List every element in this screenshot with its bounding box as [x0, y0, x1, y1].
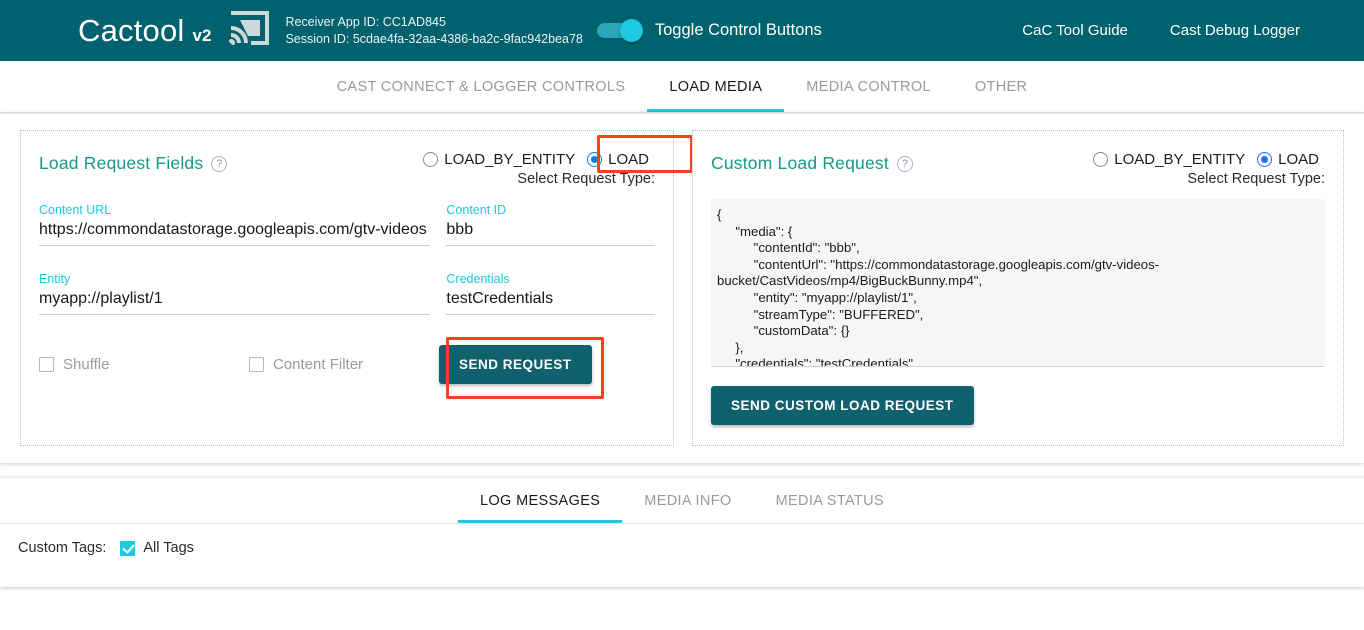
- radio-label-custom-load-by-entity: LOAD_BY_ENTITY: [1114, 151, 1245, 168]
- all-tags-label: All Tags: [143, 540, 194, 556]
- toggle-control-buttons[interactable]: Toggle Control Buttons: [597, 21, 822, 40]
- content-id-label: Content ID: [446, 203, 655, 217]
- entity-label: Entity: [39, 272, 430, 286]
- custom-tags-caption: Custom Tags:: [18, 540, 106, 556]
- radio-load[interactable]: LOAD: [581, 149, 655, 170]
- receiver-app-id: Receiver App ID: CC1AD845: [285, 14, 582, 31]
- credentials-label: Credentials: [446, 272, 655, 286]
- load-request-fields-panel: Load Request Fields ? LOAD_BY_ENTITY LOA…: [20, 130, 674, 446]
- brand-name: Cactool: [78, 15, 185, 46]
- custom-panel-header: Custom Load Request ?: [711, 143, 913, 174]
- load-fields: Content URL Entity Content ID: [39, 203, 655, 341]
- help-icon-custom[interactable]: ?: [897, 156, 913, 172]
- cast-icon: [229, 11, 269, 50]
- entity-field: Entity: [39, 272, 430, 315]
- load-request-type-group: LOAD_BY_ENTITY LOAD Select Request Type:: [417, 143, 655, 187]
- radio-label-load: LOAD: [608, 151, 649, 168]
- entity-input[interactable]: [39, 290, 430, 315]
- custom-load-request-textarea[interactable]: { "media": { "contentId": "bbb", "conten…: [711, 199, 1325, 367]
- send-request-button[interactable]: SEND REQUEST: [439, 345, 592, 384]
- load-request-type-radios: LOAD_BY_ENTITY LOAD: [417, 149, 655, 170]
- custom-tags-row: Custom Tags: All Tags: [0, 524, 1364, 556]
- load-media-card: Load Request Fields ? LOAD_BY_ENTITY LOA…: [0, 113, 1364, 463]
- tab-media-status[interactable]: MEDIA STATUS: [754, 478, 906, 523]
- content-filter-checkbox[interactable]: [249, 357, 264, 372]
- radio-circle-load[interactable]: [587, 152, 602, 167]
- custom-panel-title: Custom Load Request: [711, 153, 889, 174]
- credentials-input[interactable]: [446, 290, 655, 315]
- tab-load-media[interactable]: LOAD MEDIA: [647, 61, 784, 112]
- custom-send-row: SEND CUSTOM LOAD REQUEST: [711, 386, 1325, 425]
- radio-custom-load-by-entity[interactable]: LOAD_BY_ENTITY: [1087, 149, 1251, 170]
- toggle-switch[interactable]: [597, 23, 641, 38]
- custom-load-request-panel: Custom Load Request ? LOAD_BY_ENTITY LOA…: [692, 130, 1344, 446]
- load-fields-left-column: Content URL Entity: [39, 203, 430, 341]
- link-cast-debug-logger[interactable]: Cast Debug Logger: [1170, 22, 1300, 39]
- shuffle-checkbox-item[interactable]: Shuffle: [39, 356, 249, 373]
- tab-cast-connect-logger-controls[interactable]: CAST CONNECT & LOGGER CONTROLS: [315, 61, 648, 112]
- content-url-input[interactable]: [39, 221, 430, 246]
- all-tags-checkbox-item[interactable]: All Tags: [120, 540, 194, 556]
- tab-media-info[interactable]: MEDIA INFO: [622, 478, 753, 523]
- radio-label-load-by-entity: LOAD_BY_ENTITY: [444, 151, 575, 168]
- load-panel-header: Load Request Fields ?: [39, 143, 227, 174]
- toggle-knob: [620, 19, 643, 42]
- toggle-label: Toggle Control Buttons: [655, 21, 822, 40]
- radio-circle-custom-load-by-entity[interactable]: [1093, 152, 1108, 167]
- brand-version: v2: [193, 27, 212, 44]
- app-header: Cactool v2 Receiver App ID: CC1AD845 Ses…: [0, 0, 1364, 61]
- brand: Cactool v2: [78, 11, 269, 50]
- content-id-field: Content ID: [446, 203, 655, 246]
- load-panel-title: Load Request Fields: [39, 153, 203, 174]
- panels-row: Load Request Fields ? LOAD_BY_ENTITY LOA…: [0, 114, 1364, 446]
- radio-label-custom-load: LOAD: [1278, 151, 1319, 168]
- content-id-input[interactable]: [446, 221, 655, 246]
- radio-custom-load[interactable]: LOAD: [1251, 149, 1325, 170]
- shuffle-label: Shuffle: [63, 356, 109, 373]
- credentials-field: Credentials: [446, 272, 655, 315]
- tab-other[interactable]: OTHER: [953, 61, 1050, 112]
- header-links: CaC Tool Guide Cast Debug Logger: [1022, 0, 1364, 61]
- custom-request-type-group: LOAD_BY_ENTITY LOAD Select Request Type:: [1087, 143, 1325, 187]
- main-tabbar: CAST CONNECT & LOGGER CONTROLS LOAD MEDI…: [0, 61, 1364, 113]
- tab-log-messages[interactable]: LOG MESSAGES: [458, 478, 622, 523]
- content-filter-label: Content Filter: [273, 356, 363, 373]
- all-tags-checkbox[interactable]: [120, 541, 135, 556]
- app-root: Cactool v2 Receiver App ID: CC1AD845 Ses…: [0, 0, 1364, 630]
- log-tabbar: LOG MESSAGES MEDIA INFO MEDIA STATUS: [0, 478, 1364, 524]
- load-select-request-type-caption: Select Request Type:: [417, 171, 655, 187]
- content-filter-checkbox-item[interactable]: Content Filter: [249, 356, 439, 373]
- link-cac-tool-guide[interactable]: CaC Tool Guide: [1022, 22, 1128, 39]
- send-custom-load-request-button[interactable]: SEND CUSTOM LOAD REQUEST: [711, 386, 974, 425]
- content-url-field: Content URL: [39, 203, 430, 246]
- session-id: Session ID: 5cdae4fa-32aa-4386-ba2c-9fac…: [285, 31, 582, 48]
- tab-media-control[interactable]: MEDIA CONTROL: [784, 61, 953, 112]
- load-fields-right-column: Content ID Credentials: [446, 203, 655, 341]
- shuffle-checkbox[interactable]: [39, 357, 54, 372]
- help-icon[interactable]: ?: [211, 156, 227, 172]
- log-card: LOG MESSAGES MEDIA INFO MEDIA STATUS Cus…: [0, 477, 1364, 587]
- session-info: Receiver App ID: CC1AD845 Session ID: 5c…: [285, 14, 582, 48]
- content-url-label: Content URL: [39, 203, 430, 217]
- load-options-row: Shuffle Content Filter SEND REQUEST: [39, 345, 655, 384]
- custom-select-request-type-caption: Select Request Type:: [1087, 171, 1325, 187]
- radio-circle-custom-load[interactable]: [1257, 152, 1272, 167]
- custom-request-type-radios: LOAD_BY_ENTITY LOAD: [1087, 149, 1325, 170]
- radio-load-by-entity[interactable]: LOAD_BY_ENTITY: [417, 149, 581, 170]
- radio-circle-load-by-entity[interactable]: [423, 152, 438, 167]
